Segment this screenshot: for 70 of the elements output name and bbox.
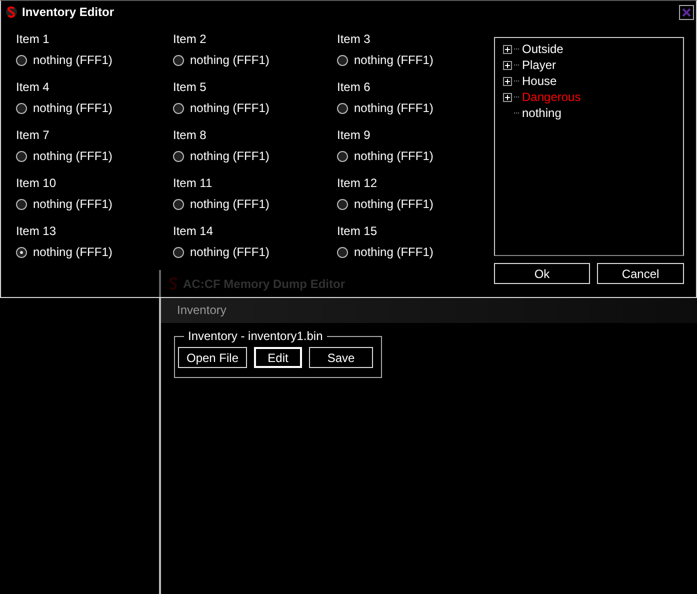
radio-button[interactable] xyxy=(173,198,184,210)
radio-button[interactable] xyxy=(173,150,184,162)
file-button[interactable]: Edit xyxy=(254,347,302,368)
item-radio-option[interactable]: nothing (FFF1) xyxy=(337,101,487,115)
item-label: Item 9 xyxy=(337,128,372,142)
tree-connector-line xyxy=(514,64,520,66)
item-radio-option[interactable]: nothing (FFF1) xyxy=(16,101,173,115)
item-label: Item 5 xyxy=(173,80,208,94)
item-radio-option[interactable]: nothing (FFF1) xyxy=(337,149,487,163)
item-radio-option[interactable]: nothing (FFF1) xyxy=(337,53,487,67)
radio-button[interactable] xyxy=(173,246,184,258)
item-radio-option[interactable]: nothing (FFF1) xyxy=(173,101,337,115)
item-radio-option[interactable]: nothing (FFF1) xyxy=(16,197,173,211)
radio-button[interactable] xyxy=(337,102,348,114)
tree-connector-line xyxy=(514,48,520,50)
item-radio-option[interactable]: nothing (FFF1) xyxy=(173,197,337,211)
radio-button[interactable] xyxy=(16,54,27,66)
item-label: Item 8 xyxy=(173,128,208,142)
item-label: Item 2 xyxy=(173,32,208,46)
tree-connector-line xyxy=(514,96,520,98)
item-radio-option[interactable]: nothing (FFF1) xyxy=(173,245,337,259)
item-label: Item 1 xyxy=(16,32,50,46)
item-label: Item 10 xyxy=(16,176,58,190)
item-label: Item 4 xyxy=(16,80,50,94)
expand-icon[interactable] xyxy=(503,76,512,86)
item-radio-option[interactable]: nothing (FFF1) xyxy=(16,53,173,67)
radio-button[interactable] xyxy=(173,54,184,66)
expand-icon[interactable] xyxy=(503,92,512,102)
item-label: Item 14 xyxy=(173,224,214,238)
close-button[interactable] xyxy=(679,5,694,20)
expand-icon[interactable] xyxy=(503,44,512,54)
item-radio-option[interactable]: nothing (FFF1) xyxy=(173,53,337,67)
radio-button[interactable] xyxy=(337,246,348,258)
item-radio-option[interactable]: nothing (FFF1) xyxy=(16,245,173,259)
item-radio-option[interactable]: nothing (FFF1) xyxy=(16,149,173,163)
file-button[interactable]: Open File xyxy=(178,347,247,368)
radio-button[interactable] xyxy=(173,102,184,114)
item-label: Item 15 xyxy=(337,224,378,238)
item-radio-option[interactable]: nothing (FFF1) xyxy=(337,245,487,259)
group-title: Inventory - inventory1.bin xyxy=(187,329,324,343)
tree-item[interactable]: Dangerous xyxy=(522,90,581,104)
item-label: Item 11 xyxy=(173,176,214,190)
file-button[interactable]: Save xyxy=(309,347,373,368)
dialog-button[interactable]: Cancel xyxy=(597,263,684,284)
item-label: Item 12 xyxy=(337,176,378,190)
tab[interactable]: Inventory xyxy=(177,303,226,317)
tree-item[interactable]: House xyxy=(522,74,557,88)
radio-button[interactable] xyxy=(16,102,27,114)
tree-item[interactable]: Player xyxy=(522,58,556,72)
radio-button[interactable] xyxy=(337,54,348,66)
radio-button[interactable] xyxy=(337,150,348,162)
item-radio-option[interactable]: nothing (FFF1) xyxy=(337,197,487,211)
window-title: Inventory Editor xyxy=(22,5,114,19)
tree-connector-line xyxy=(514,80,520,82)
item-radio-option[interactable]: nothing (FFF1) xyxy=(173,149,337,163)
app-logo-icon xyxy=(6,5,17,19)
radio-button[interactable] xyxy=(16,246,27,258)
tree-connector-line xyxy=(514,112,520,114)
dialog-button[interactable]: Ok xyxy=(494,263,590,284)
radio-button[interactable] xyxy=(16,198,27,210)
item-label: Item 7 xyxy=(16,128,50,142)
item-label: Item 3 xyxy=(337,32,372,46)
radio-button[interactable] xyxy=(16,150,27,162)
tree-item[interactable]: Outside xyxy=(522,42,564,56)
item-label: Item 13 xyxy=(16,224,58,238)
item-label: Item 6 xyxy=(337,80,372,94)
app-logo-icon xyxy=(169,277,178,290)
tree-item[interactable]: nothing xyxy=(522,106,562,120)
radio-button[interactable] xyxy=(337,198,348,210)
expand-icon[interactable] xyxy=(503,60,512,70)
